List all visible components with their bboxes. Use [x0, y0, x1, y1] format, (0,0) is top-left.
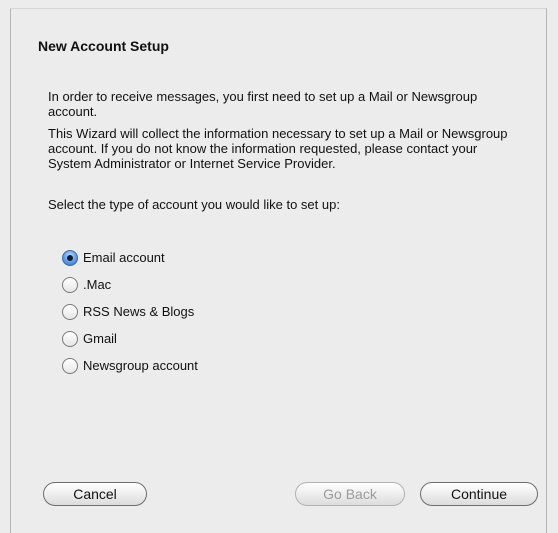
continue-button[interactable]: Continue — [420, 482, 538, 506]
radio-option-gmail[interactable]: Gmail — [62, 325, 198, 352]
radio-button-mac[interactable] — [62, 276, 78, 293]
radio-label-rss: RSS News & Blogs — [83, 304, 195, 319]
radio-option-rss[interactable]: RSS News & Blogs — [62, 298, 198, 325]
go-back-button[interactable]: Go Back — [295, 482, 405, 506]
radio-button-newsgroup[interactable] — [62, 357, 78, 374]
radio-option-newsgroup[interactable]: Newsgroup account — [62, 352, 198, 379]
radio-option-email[interactable]: Email account — [62, 244, 198, 271]
radio-option-mac[interactable]: .Mac — [62, 271, 198, 298]
radio-label-mac: .Mac — [83, 277, 112, 292]
select-prompt-text: Select the type of account you would lik… — [48, 197, 340, 212]
radio-label-email: Email account — [83, 250, 165, 265]
radio-label-newsgroup: Newsgroup account — [83, 358, 198, 373]
intro-text: In order to receive messages, you first … — [48, 89, 478, 119]
radio-button-rss[interactable] — [62, 303, 78, 320]
wizard-info-text: This Wizard will collect the information… — [48, 126, 508, 171]
dialog-title: New Account Setup — [38, 38, 169, 54]
radio-button-email[interactable] — [62, 249, 78, 266]
cancel-button[interactable]: Cancel — [43, 482, 147, 506]
radio-label-gmail: Gmail — [83, 331, 117, 346]
account-type-radio-group: Email account .Mac RSS News & Blogs Gmai… — [62, 244, 198, 379]
radio-button-gmail[interactable] — [62, 330, 78, 347]
